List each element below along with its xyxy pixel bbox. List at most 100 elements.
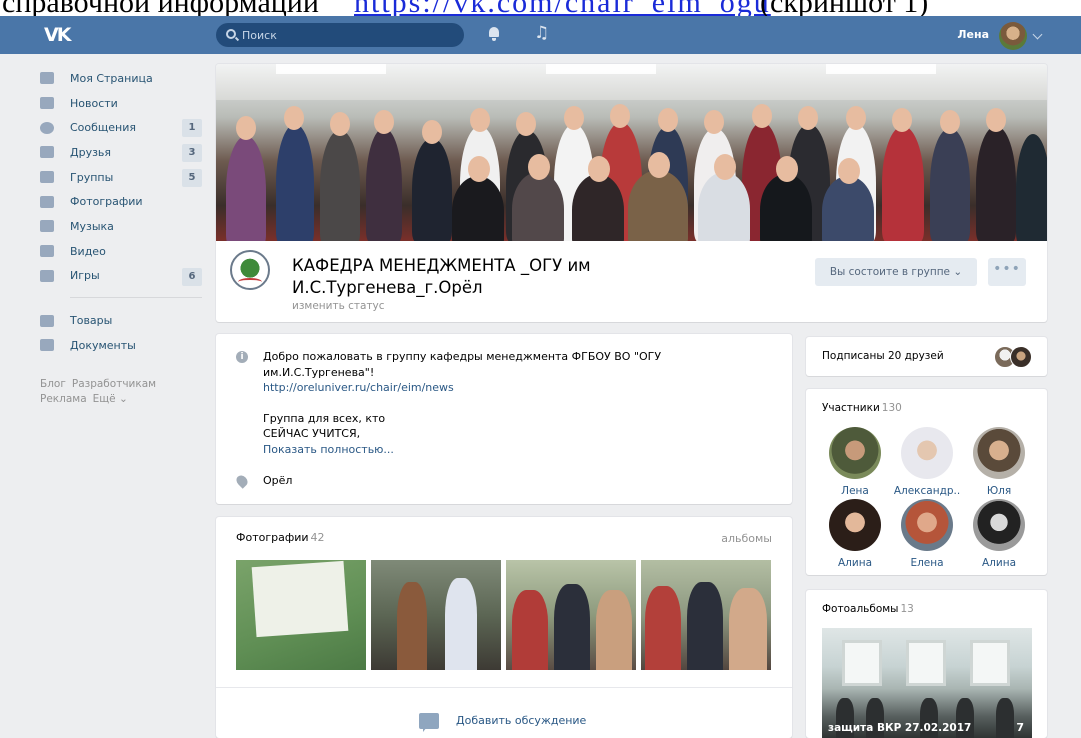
member-name: Алина	[981, 557, 1017, 569]
cover-face	[940, 110, 960, 134]
search-icon	[226, 29, 236, 39]
cover-face	[468, 156, 490, 182]
cover-person	[320, 130, 360, 241]
cover-person	[1016, 134, 1047, 241]
group-logo[interactable]	[230, 250, 270, 290]
change-status-link[interactable]: изменить статус	[292, 300, 385, 312]
albums-title-label: Фотоальбомы	[822, 603, 899, 615]
member-item[interactable]: Александр..	[892, 427, 962, 497]
sidebar-item-games[interactable]: Игры 6	[40, 264, 202, 289]
album-window	[906, 640, 946, 686]
member-name: Юля	[986, 485, 1012, 497]
cover-person	[366, 128, 402, 241]
description-line: СЕЙЧАС УЧИТСЯ,	[263, 427, 361, 440]
cover-face	[516, 112, 536, 136]
sidebar-item-video[interactable]: Видео	[40, 239, 202, 264]
group-title: КАФЕДРА МЕНЕДЖМЕНТА _ОГУ им И.С.Тургенев…	[292, 255, 712, 299]
cover-face	[752, 104, 772, 128]
search-box[interactable]	[216, 23, 464, 47]
sidebar-item-documents[interactable]: Документы	[40, 333, 202, 358]
counter-badge: 3	[182, 144, 202, 163]
photo-thumbnail[interactable]	[506, 560, 636, 670]
chevron-down-icon[interactable]	[1032, 29, 1043, 40]
photos-title[interactable]: Фотографии 42	[236, 531, 325, 544]
sidebar-item-my-page[interactable]: Моя Страница	[40, 66, 202, 91]
description-link[interactable]: http://oreluniver.ru/chair/eim/news	[263, 380, 763, 396]
member-item[interactable]: Алина	[820, 499, 890, 569]
photo-thumbnail[interactable]	[236, 560, 366, 670]
document-link[interactable]: https://vk.com/chair_eim_ogu	[354, 0, 771, 16]
cover-person	[976, 126, 1016, 241]
messages-icon	[40, 121, 54, 134]
discussion-icon	[419, 713, 439, 732]
description-line: Группа для всех, кто	[263, 411, 386, 425]
user-name[interactable]: Лена	[957, 28, 989, 41]
city-label[interactable]: Орёл	[263, 474, 292, 487]
add-discussion-link[interactable]: Добавить обсуждение	[456, 714, 586, 727]
thumb-paper	[251, 560, 349, 638]
friends-subscribed-card[interactable]: Подписаны 20 друзей	[806, 337, 1047, 376]
thumb-person	[729, 588, 767, 670]
membership-button[interactable]: Вы состоите в группе ⌄	[815, 258, 977, 286]
cover-face	[610, 104, 630, 128]
album-cover[interactable]: защита ВКР 27.02.2017 7	[822, 628, 1032, 738]
photo-thumbnail[interactable]	[641, 560, 771, 670]
photos-count: 42	[310, 531, 325, 544]
sidebar-item-label: Группы	[70, 170, 114, 184]
sidebar-item-news[interactable]: Новости	[40, 91, 202, 116]
footer-link-more[interactable]: Ещё ⌄	[93, 393, 128, 405]
footer-link-developers[interactable]: Разработчикам	[72, 378, 156, 390]
sidebar-item-groups[interactable]: Группы 5	[40, 165, 202, 190]
member-item[interactable]: Алина	[964, 499, 1034, 569]
vk-logo[interactable]: VK	[44, 24, 78, 46]
member-item[interactable]: Лена	[820, 427, 890, 497]
member-item[interactable]: Юля	[964, 427, 1034, 497]
albums-title[interactable]: Фотоальбомы 13	[822, 603, 914, 615]
group-description: Добро пожаловать в группу кафедры менедж…	[263, 349, 763, 457]
video-icon	[40, 245, 54, 258]
sidebar-item-label: Моя Страница	[70, 71, 153, 85]
photos-card: Фотографии 42 альбомы Добавить обсуждение	[216, 517, 792, 738]
album-window	[842, 640, 882, 686]
search-input[interactable]	[242, 27, 442, 43]
sidebar-item-photos[interactable]: Фотографии	[40, 189, 202, 214]
show-more-link[interactable]: Показать полностью...	[263, 442, 763, 458]
document-icon	[40, 339, 54, 352]
photo-thumbnail[interactable]	[371, 560, 501, 670]
cover-face	[564, 106, 584, 130]
sidebar-item-goods[interactable]: Товары	[40, 308, 202, 333]
member-item[interactable]: Елена	[892, 499, 962, 569]
group-header-card: КАФЕДРА МЕНЕДЖМЕНТА _ОГУ им И.С.Тургенев…	[216, 64, 1047, 322]
member-avatar	[901, 427, 953, 479]
members-card: Участники 130 Лена Александр.. Юля Алина …	[806, 389, 1047, 575]
member-name: Алина	[837, 557, 873, 569]
albums-link[interactable]: альбомы	[721, 532, 772, 545]
footer-link-ads[interactable]: Реклама	[40, 393, 87, 405]
music-note-icon[interactable]: ♫	[534, 24, 550, 42]
sidebar-item-friends[interactable]: Друзья 3	[40, 140, 202, 165]
footer-link-blog[interactable]: Блог	[40, 378, 66, 390]
members-title-label: Участники	[822, 402, 880, 414]
member-avatar	[829, 427, 881, 479]
notifications-bell-icon[interactable]	[488, 27, 500, 41]
sidebar-item-label: Документы	[70, 338, 136, 352]
sidebar-menu: Моя Страница Новости Сообщения 1 Друзья …	[40, 66, 202, 358]
members-title[interactable]: Участники 130	[822, 402, 902, 414]
thumb-person	[645, 586, 681, 670]
description-gap	[263, 396, 763, 411]
photos-title-label: Фотографии	[236, 531, 309, 544]
user-avatar[interactable]	[999, 22, 1027, 50]
cover-face	[330, 112, 350, 136]
sidebar-item-label: Друзья	[70, 145, 112, 159]
bag-icon	[40, 314, 54, 327]
more-actions-button[interactable]: •••	[988, 258, 1026, 286]
cover-face	[588, 156, 610, 182]
home-icon	[40, 72, 54, 85]
cover-face	[284, 106, 304, 130]
counter-badge: 1	[182, 119, 202, 138]
sidebar-item-messages[interactable]: Сообщения 1	[40, 115, 202, 140]
sidebar-item-music[interactable]: Музыка	[40, 214, 202, 239]
cover-lamp	[546, 64, 656, 74]
group-cover-photo[interactable]	[216, 64, 1047, 241]
cover-person	[276, 124, 314, 241]
